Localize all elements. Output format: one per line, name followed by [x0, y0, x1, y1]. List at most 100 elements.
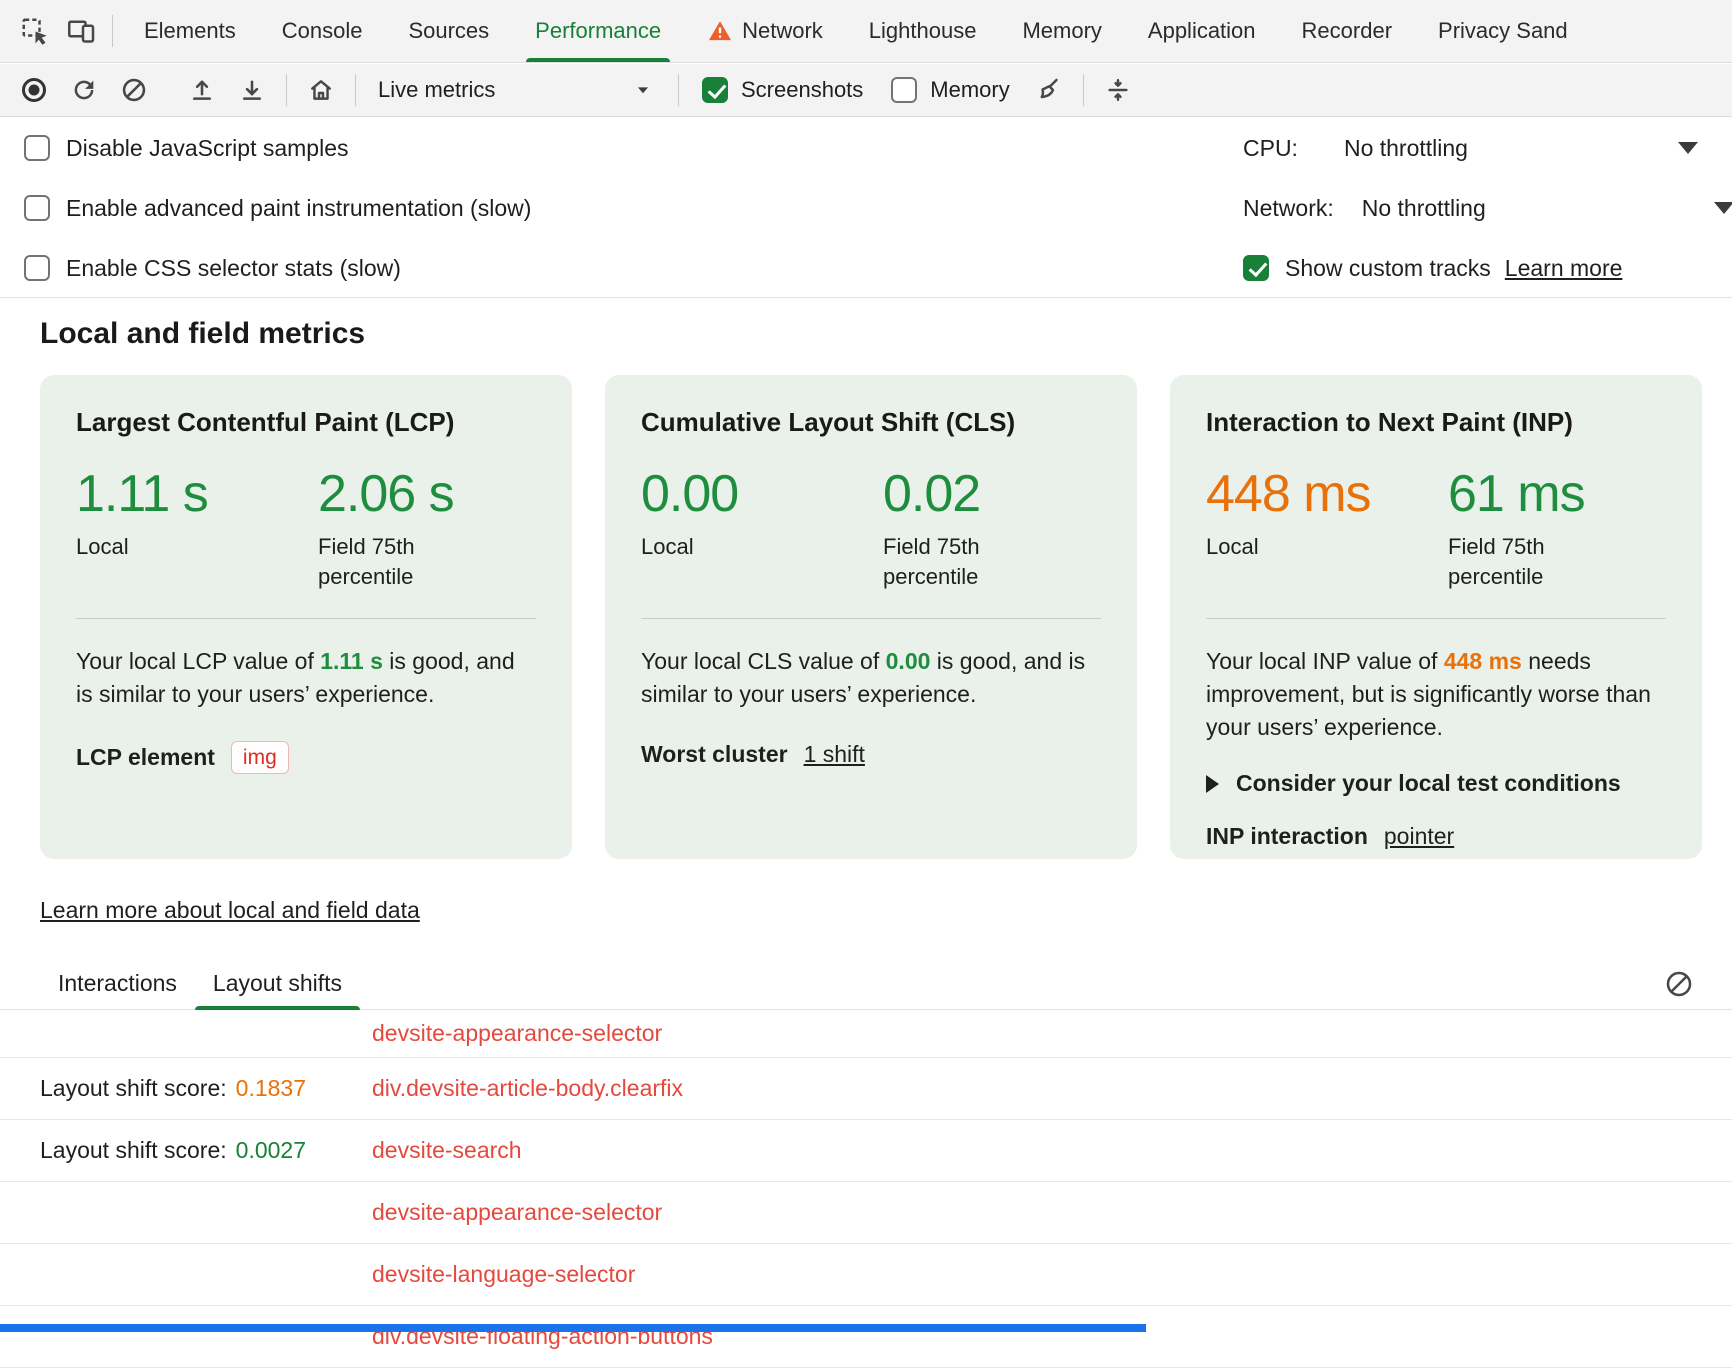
field-metric: 61 ms Field 75th percentile: [1448, 466, 1633, 592]
local-field-learn-more-link[interactable]: Learn more about local and field data: [40, 897, 420, 924]
card-footer: LCP element img: [76, 741, 536, 774]
capture-settings-button[interactable]: [1094, 69, 1142, 111]
cpu-throttling-select[interactable]: No throttling: [1344, 135, 1468, 162]
tabbar-tools: [0, 0, 121, 62]
selection-indicator-bar[interactable]: [0, 1324, 1146, 1332]
collect-garbage-button[interactable]: [1025, 69, 1073, 111]
field-label: Field 75th percentile: [883, 532, 1068, 592]
memory-checkbox[interactable]: [891, 77, 917, 103]
layout-shift-log: devsite-appearance-selector Layout shift…: [0, 1010, 1732, 1368]
shift-score: Layout shift score: 0.0027: [40, 1137, 372, 1164]
toolbar-divider: [286, 74, 287, 106]
layout-shift-row[interactable]: Layout shift score: 0.0027 devsite-searc…: [0, 1120, 1732, 1182]
metrics-heading: Local and field metrics: [40, 317, 1732, 351]
field-label: Field 75th percentile: [318, 532, 503, 592]
local-test-conditions-disclosure[interactable]: Consider your local test conditions: [1206, 770, 1666, 797]
worst-cluster-label: Worst cluster: [641, 741, 788, 768]
card-footer: INP interaction pointer: [1206, 823, 1666, 850]
logs-tab-bar: Interactions Layout shifts: [0, 958, 1732, 1010]
field-metric: 0.02 Field 75th percentile: [883, 466, 1068, 592]
card-title: Cumulative Layout Shift (CLS): [641, 407, 1101, 438]
tab-sources[interactable]: Sources: [385, 0, 512, 62]
device-toolbar-icon: [66, 16, 96, 46]
local-label: Local: [76, 532, 318, 562]
live-metrics-home-button[interactable]: [297, 69, 345, 111]
record-button[interactable]: [10, 69, 58, 111]
layout-shift-row[interactable]: div.devsite-floating-action-buttons: [0, 1306, 1732, 1368]
local-label: Local: [1206, 532, 1448, 562]
field-value: 0.02: [883, 466, 1068, 522]
show-custom-tracks-checkbox[interactable]: [1243, 255, 1269, 281]
toolbar-divider: [1083, 74, 1084, 106]
card-divider: [76, 618, 536, 619]
tab-label: Lighthouse: [869, 18, 977, 44]
inp-interaction-pointer-link[interactable]: pointer: [1384, 823, 1454, 850]
css-selector-stats-checkbox[interactable]: [24, 255, 50, 281]
metric-values: 0.00 Local 0.02 Field 75th percentile: [641, 466, 1101, 592]
tab-lighthouse[interactable]: Lighthouse: [846, 0, 1000, 62]
tab-application[interactable]: Application: [1125, 0, 1279, 62]
layout-shift-row[interactable]: devsite-language-selector: [0, 1244, 1732, 1306]
custom-tracks-learn-more-link[interactable]: Learn more: [1505, 255, 1623, 282]
tab-label: Sources: [408, 18, 489, 44]
tab-interactions[interactable]: Interactions: [40, 958, 195, 1009]
cpu-label: CPU:: [1243, 135, 1298, 162]
card-footer: Worst cluster 1 shift: [641, 741, 1101, 768]
tab-memory[interactable]: Memory: [999, 0, 1124, 62]
setting-label: Disable JavaScript samples: [66, 135, 349, 162]
node-link[interactable]: devsite-appearance-selector: [372, 1020, 662, 1047]
clear-log-icon: [1664, 969, 1694, 999]
worst-cluster-shift-link[interactable]: 1 shift: [804, 741, 865, 768]
live-metrics-select[interactable]: Live metrics: [366, 70, 668, 110]
network-throttling-row: Network: No throttling: [1243, 178, 1720, 238]
field-label: Field 75th percentile: [1448, 532, 1633, 592]
toolbar-divider: [678, 74, 679, 106]
desc-text: Your local LCP value of: [76, 648, 320, 674]
tab-performance[interactable]: Performance: [512, 0, 684, 62]
node-link[interactable]: div.devsite-article-body.clearfix: [372, 1075, 683, 1102]
field-value: 61 ms: [1448, 466, 1633, 522]
disclosure-label: Consider your local test conditions: [1236, 770, 1621, 797]
tab-layout-shifts[interactable]: Layout shifts: [195, 958, 360, 1009]
custom-tracks-row: Show custom tracks Learn more: [1243, 238, 1720, 298]
record-and-reload-button[interactable]: [60, 69, 108, 111]
layout-shift-row[interactable]: Layout shift score: 0.1837 div.devsite-a…: [0, 1058, 1732, 1120]
toolbar-divider: [355, 74, 356, 106]
local-metric: 1.11 s Local: [76, 466, 318, 592]
node-link[interactable]: devsite-search: [372, 1137, 522, 1164]
inspect-element-button[interactable]: [12, 9, 58, 53]
local-metric: 0.00 Local: [641, 466, 883, 592]
score-label: Layout shift score:: [40, 1137, 227, 1164]
score-label: Layout shift score:: [40, 1075, 227, 1102]
save-profile-button[interactable]: [228, 69, 276, 111]
node-link[interactable]: devsite-appearance-selector: [372, 1199, 662, 1226]
clear-log-button[interactable]: [1656, 962, 1702, 1006]
clear-button[interactable]: [110, 69, 158, 111]
screenshots-checkbox[interactable]: [702, 77, 728, 103]
layout-shift-row[interactable]: devsite-appearance-selector: [0, 1010, 1732, 1058]
screenshots-toggle[interactable]: Screenshots: [689, 77, 876, 103]
tab-elements[interactable]: Elements: [121, 0, 259, 62]
tab-privacy-sandbox[interactable]: Privacy Sand: [1415, 0, 1591, 62]
tab-console[interactable]: Console: [259, 0, 386, 62]
layout-shift-row[interactable]: devsite-appearance-selector: [0, 1182, 1732, 1244]
tab-network[interactable]: Network: [684, 0, 846, 62]
devtools-tab-bar: Elements Console Sources Performance Net…: [0, 0, 1732, 63]
card-title: Interaction to Next Paint (INP): [1206, 407, 1666, 438]
disable-js-samples-checkbox[interactable]: [24, 135, 50, 161]
dropdown-caret-icon[interactable]: [1678, 142, 1698, 154]
local-value: 0.00: [641, 466, 883, 522]
custom-tracks-label: Show custom tracks: [1285, 255, 1491, 282]
network-throttling-select[interactable]: No throttling: [1362, 195, 1486, 222]
tab-recorder[interactable]: Recorder: [1279, 0, 1415, 62]
device-toolbar-button[interactable]: [58, 9, 104, 53]
load-profile-button[interactable]: [178, 69, 226, 111]
live-metrics-view: Local and field metrics Largest Contentf…: [0, 299, 1732, 1368]
lcp-element-label: LCP element: [76, 744, 215, 771]
dropdown-caret-icon[interactable]: [1714, 202, 1732, 214]
node-link[interactable]: devsite-language-selector: [372, 1261, 635, 1288]
metric-cards: Largest Contentful Paint (LCP) 1.11 s Lo…: [40, 375, 1692, 859]
advanced-paint-instrumentation-checkbox[interactable]: [24, 195, 50, 221]
lcp-element-node-link[interactable]: img: [231, 741, 289, 774]
memory-toggle[interactable]: Memory: [878, 77, 1022, 103]
